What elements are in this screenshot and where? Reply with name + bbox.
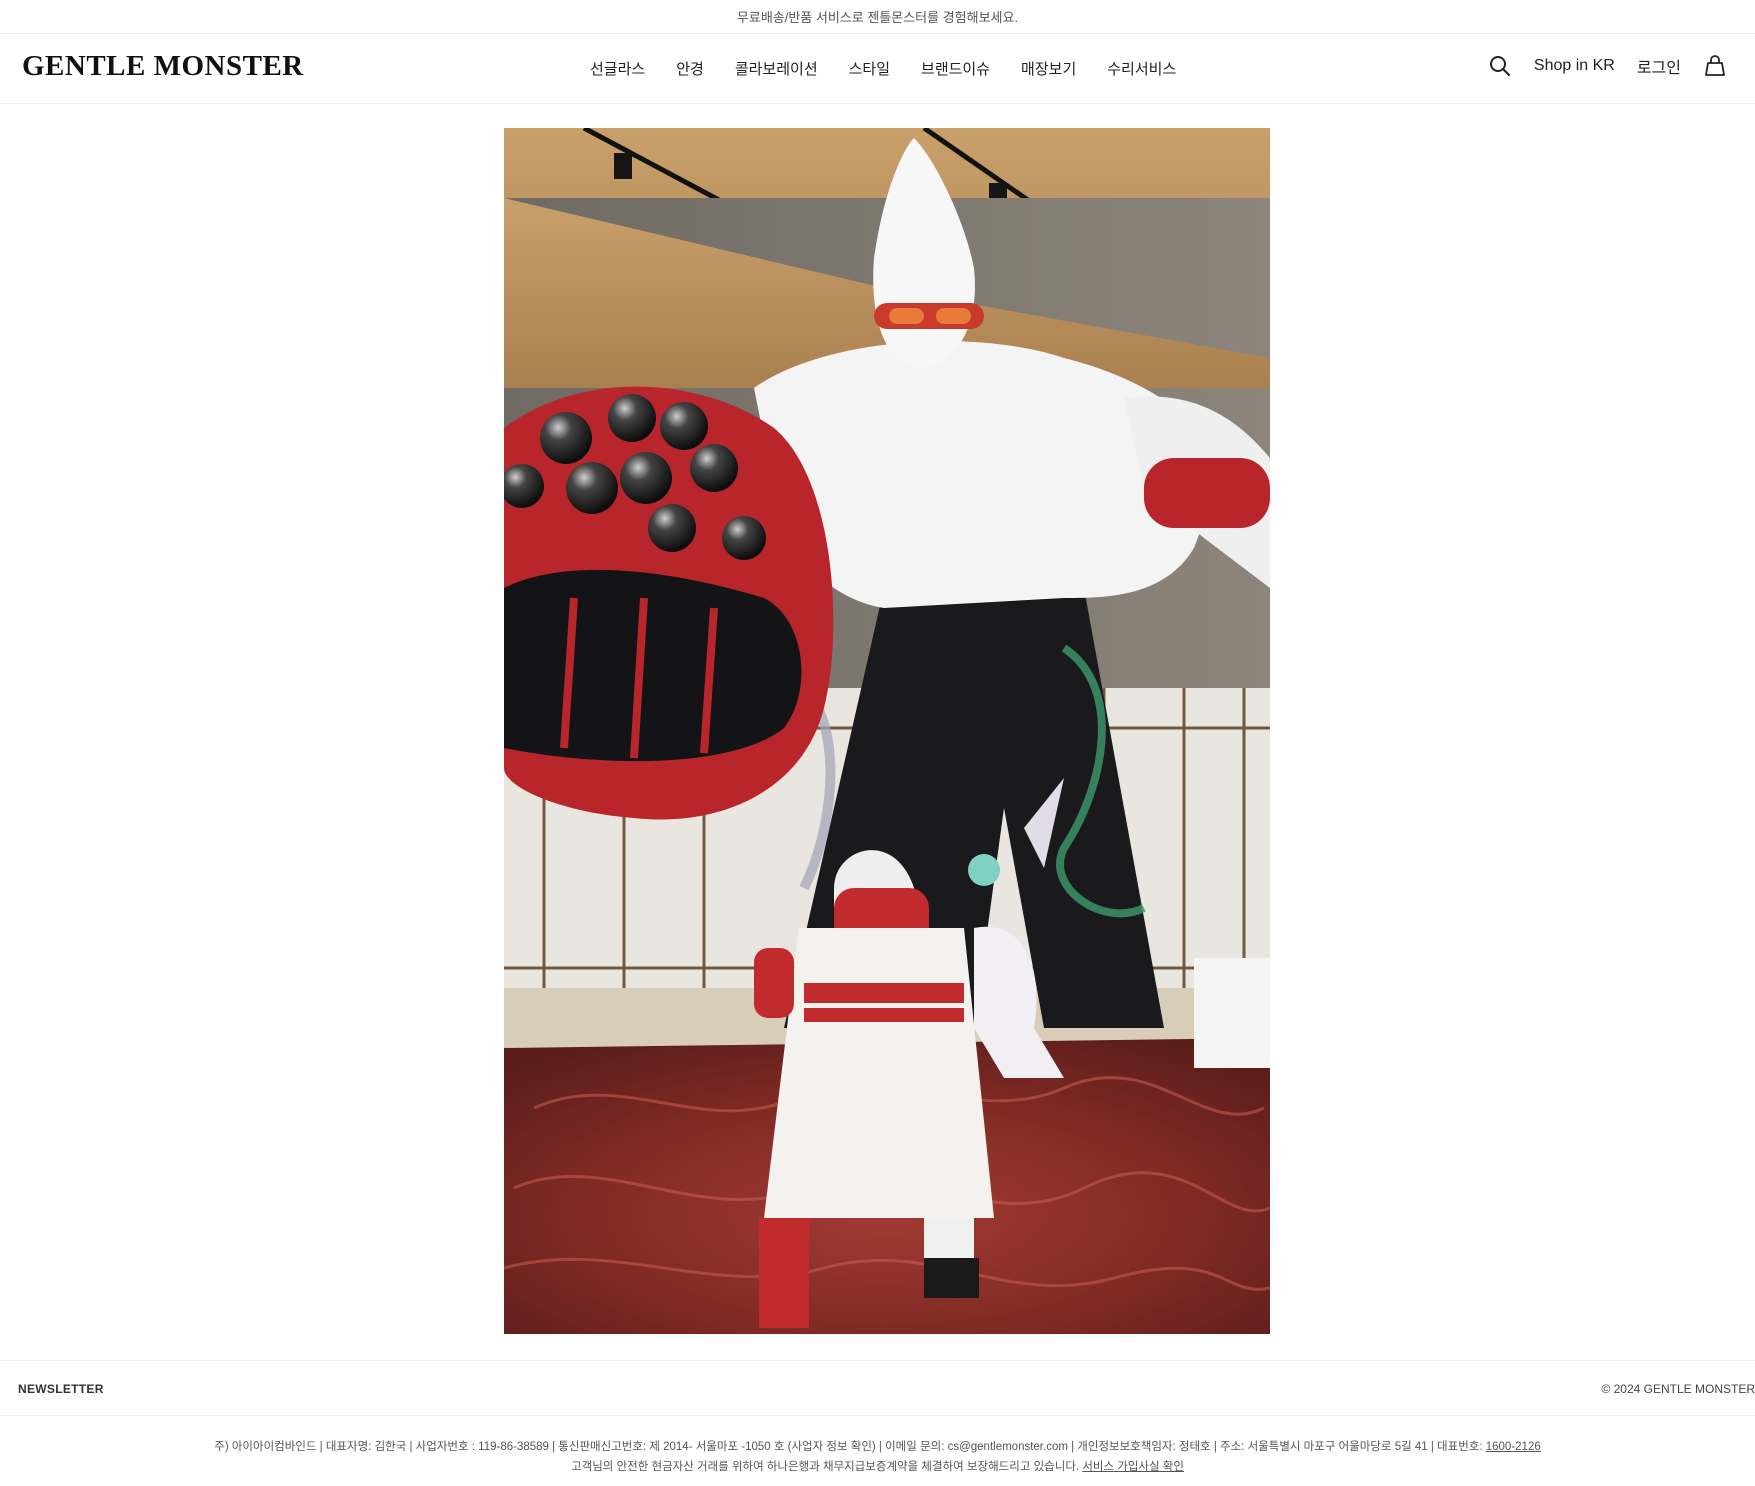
nav-item-repair-service[interactable]: 수리서비스: [1107, 58, 1176, 79]
nav-item-style[interactable]: 스타일: [849, 58, 890, 79]
search-icon[interactable]: [1488, 54, 1512, 78]
legal-info: 주) 아이아이컴바인드 | 대표자명: 김한국 | 사업자번호 : 119-86…: [0, 1437, 1755, 1477]
shop-region-link[interactable]: Shop in KR: [1534, 57, 1615, 75]
nav-item-glasses[interactable]: 안경: [676, 58, 704, 79]
announcement-text: 무료배송/반품 서비스로 젠틀몬스터를 경험해보세요.: [736, 10, 1019, 25]
nav-item-sunglasses[interactable]: 선글라스: [590, 58, 645, 79]
copyright-text: © 2024 GENTLE MONSTER: [1601, 1382, 1755, 1396]
legal-line-2: 고객님의 안전한 현금자산 거래를 위하여 하나은행과 채무지급보증계약을 체결…: [0, 1457, 1755, 1477]
nav-item-collaboration[interactable]: 콜라보레이션: [735, 58, 818, 79]
service-confirm-link[interactable]: 서비스 가입사실 확인: [1082, 1461, 1184, 1473]
footer-bar: NEWSLETTER © 2024 GENTLE MONSTER: [0, 1360, 1755, 1416]
login-link[interactable]: 로그인: [1637, 54, 1681, 78]
header-actions: Shop in KR 로그인: [1488, 54, 1727, 78]
nav-item-brand-issue[interactable]: 브랜드이슈: [921, 58, 990, 79]
announcement-bar: 무료배송/반품 서비스로 젠틀몬스터를 경험해보세요.: [0, 0, 1755, 34]
hero-image[interactable]: [504, 128, 1270, 1334]
escrow-info-text: 고객님의 안전한 현금자산 거래를 위하여 하나은행과 채무지급보증계약을 체결…: [571, 1461, 1083, 1473]
hero-figure-illustration: [504, 128, 1270, 1334]
site-header: GENTLE MONSTER 선글라스 안경 콜라보레이션 스타일 브랜드이슈 …: [0, 34, 1755, 104]
brand-logo[interactable]: GENTLE MONSTER: [22, 50, 304, 83]
newsletter-link[interactable]: NEWSLETTER: [18, 1382, 104, 1396]
company-info-text: 주) 아이아이컴바인드 | 대표자명: 김한국 | 사업자번호 : 119-86…: [214, 1441, 1486, 1453]
nav-item-stores[interactable]: 매장보기: [1021, 58, 1076, 79]
phone-link[interactable]: 1600-2126: [1486, 1441, 1541, 1453]
main-nav: 선글라스 안경 콜라보레이션 스타일 브랜드이슈 매장보기 수리서비스: [590, 58, 1176, 79]
shopping-bag-icon[interactable]: [1703, 54, 1727, 78]
legal-line-1: 주) 아이아이컴바인드 | 대표자명: 김한국 | 사업자번호 : 119-86…: [0, 1437, 1755, 1457]
